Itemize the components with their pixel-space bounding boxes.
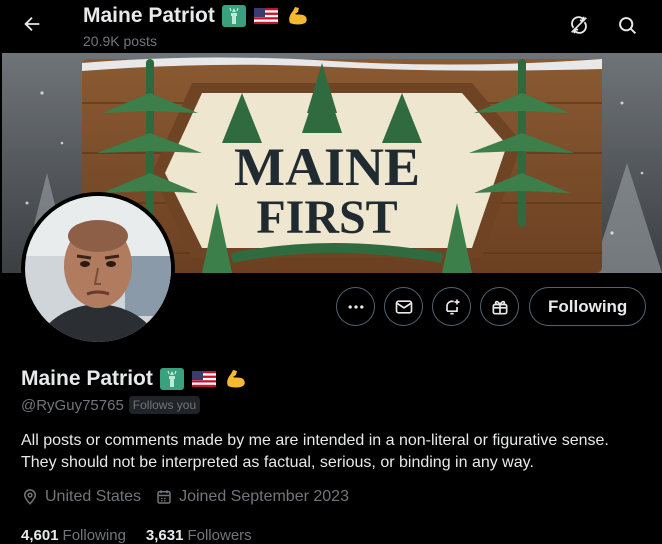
statue-of-liberty-emoji: [159, 368, 184, 390]
search-button[interactable]: [610, 8, 644, 42]
notify-plus-icon: [445, 299, 459, 314]
header-title: Maine Patriot: [83, 4, 215, 27]
following-count: 4,601: [21, 527, 59, 544]
banner-text-line1: MAINE: [234, 137, 420, 197]
followers-label: Followers: [187, 527, 252, 544]
following-stat[interactable]: 4,601 Following: [21, 527, 126, 544]
flexed-biceps-emoji: [227, 370, 245, 388]
us-flag-emoji: [191, 371, 216, 387]
profile-avatar[interactable]: [21, 192, 175, 346]
location-pin-icon: [23, 489, 37, 505]
calendar-icon: [157, 490, 171, 504]
flexed-biceps-emoji: [289, 7, 307, 25]
subscribe-gift-button[interactable]: [480, 287, 519, 326]
profile-meta: United States Joined September 2023: [21, 488, 349, 506]
follows-you-badge: Follows you: [128, 396, 201, 414]
statue-of-liberty-emoji: [221, 5, 246, 27]
notifications-button[interactable]: [432, 287, 471, 326]
mail-icon: [395, 299, 412, 314]
joined-item: Joined September 2023: [155, 488, 349, 506]
display-name: Maine Patriot: [21, 367, 153, 390]
top-right-actions: [562, 8, 644, 42]
more-button[interactable]: [336, 287, 375, 326]
location-item: United States: [21, 488, 141, 506]
following-button[interactable]: Following: [529, 287, 647, 326]
followers-count: 3,631: [145, 527, 184, 544]
message-button[interactable]: [384, 287, 423, 326]
following-label: Following: [62, 527, 126, 544]
profile-actions: Following: [336, 287, 647, 326]
back-arrow-icon: [24, 16, 40, 32]
posts-count: 20.9K posts: [83, 33, 157, 49]
handle-row: @RyGuy75765 Follows you: [21, 396, 201, 414]
joined-text: Joined September 2023: [179, 488, 349, 505]
search-icon: [618, 16, 636, 34]
header-title-row: Maine Patriot: [83, 2, 311, 30]
retweet-cycle-icon: [571, 16, 587, 34]
back-button[interactable]: [14, 6, 50, 42]
profile-bio: All posts or comments made by me are int…: [21, 432, 609, 471]
location-text: United States: [45, 488, 142, 505]
more-icon: [348, 304, 363, 309]
header-title-group: Maine Patriot 20.9K posts: [83, 2, 311, 50]
top-bar: Maine Patriot 20.9K posts: [0, 0, 662, 54]
profile-name-row: Maine Patriot: [21, 364, 249, 394]
repost-toggle-button[interactable]: [562, 8, 596, 42]
followers-stat[interactable]: 3,631 Followers: [146, 527, 252, 544]
avatar-image: [25, 196, 171, 342]
banner-text-line2: FIRST: [256, 191, 397, 244]
gift-icon: [492, 300, 507, 314]
us-flag-emoji: [253, 8, 278, 24]
follow-stats: 4,601 Following 3,631 Followers: [21, 527, 252, 544]
user-handle: @RyGuy75765: [21, 396, 124, 414]
